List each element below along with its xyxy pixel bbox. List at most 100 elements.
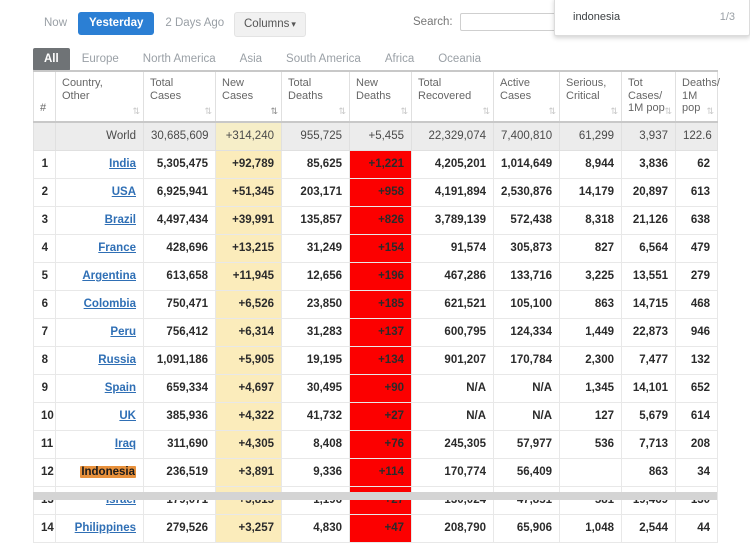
column-header-new-deaths[interactable]: New Deaths ⇅ bbox=[349, 70, 412, 123]
cell-cases-per-million: 3,937 bbox=[621, 121, 676, 151]
sort-icon[interactable]: ⇅ bbox=[706, 106, 713, 116]
cell-country[interactable]: Peru bbox=[55, 317, 144, 347]
column-header-total-deaths[interactable]: Total Deaths ⇅ bbox=[281, 70, 350, 123]
sort-icon[interactable]: ⇅ bbox=[132, 106, 139, 116]
column-header-total-cases-line1: Total bbox=[150, 77, 174, 89]
column-header-active-cases-line1: Active bbox=[500, 77, 530, 89]
cell-total-recovered: 22,329,074 bbox=[411, 121, 494, 151]
cell-total-cases: 756,412 bbox=[143, 317, 216, 347]
sort-descending-icon[interactable]: ⇅ bbox=[270, 106, 277, 116]
cell-total-recovered: 4,205,201 bbox=[411, 149, 494, 179]
cell-country[interactable]: Colombia bbox=[55, 289, 144, 319]
cell-new-cases: +3,815 bbox=[215, 485, 282, 515]
day-tab-now[interactable]: Now bbox=[33, 12, 78, 35]
browser-find-bar[interactable]: indonesia 1/3 bbox=[554, 0, 750, 36]
cell-new-cases: +4,305 bbox=[215, 429, 282, 459]
column-header-total-recovered[interactable]: Total Recovered ⇅ bbox=[411, 70, 494, 123]
column-header-serious-critical[interactable]: Serious, Critical ⇅ bbox=[559, 70, 622, 123]
table-row: 13 Israel 179,071 +3,815 1,196 +27 130,024 47,8… bbox=[33, 485, 718, 515]
country-link[interactable]: India bbox=[109, 158, 136, 170]
cell-country[interactable]: Iraq bbox=[55, 429, 144, 459]
cell-country[interactable]: Argentina bbox=[55, 261, 144, 291]
country-link[interactable]: Iraq bbox=[115, 438, 136, 450]
country-link[interactable]: Colombia bbox=[84, 298, 136, 310]
country-link[interactable]: Spain bbox=[105, 382, 136, 394]
cell-deaths-per-million: 279 bbox=[675, 261, 718, 291]
country-link[interactable]: Argentina bbox=[82, 270, 136, 282]
cell-total-deaths: 30,495 bbox=[281, 373, 350, 403]
cell-new-deaths: +5,455 bbox=[349, 121, 412, 151]
cell-active-cases: 47,851 bbox=[493, 485, 560, 515]
sort-icon[interactable]: ⇅ bbox=[610, 106, 617, 116]
find-match-count: 1/3 bbox=[719, 10, 735, 23]
cell-country[interactable]: Russia bbox=[55, 345, 144, 375]
cell-country[interactable]: Spain bbox=[55, 373, 144, 403]
cell-country[interactable]: Israel bbox=[55, 485, 144, 515]
cell-country[interactable]: Philippines bbox=[55, 513, 144, 543]
column-header-country[interactable]: Country, Other ⇅ bbox=[55, 70, 144, 123]
country-link[interactable]: France bbox=[98, 242, 136, 254]
cell-total-cases: 1,091,186 bbox=[143, 345, 216, 375]
continent-tab-north-america[interactable]: North America bbox=[131, 48, 228, 71]
country-link[interactable]: Brazil bbox=[105, 214, 136, 226]
continent-tab-asia[interactable]: Asia bbox=[228, 48, 274, 71]
continent-tab-south-america[interactable]: South America bbox=[274, 48, 373, 71]
sort-icon[interactable]: ⇅ bbox=[664, 106, 671, 116]
sort-icon[interactable]: ⇅ bbox=[548, 106, 555, 116]
cell-serious-critical: 61,299 bbox=[559, 121, 622, 151]
cell-new-deaths: +27 bbox=[349, 485, 412, 515]
country-link[interactable]: UK bbox=[119, 410, 136, 422]
cell-rank: 11 bbox=[33, 429, 56, 459]
column-header-rank[interactable]: # bbox=[33, 70, 56, 123]
sort-icon[interactable]: ⇅ bbox=[338, 106, 345, 116]
cell-new-cases: +5,905 bbox=[215, 345, 282, 375]
cell-total-cases: 659,334 bbox=[143, 373, 216, 403]
cell-deaths-per-million: 130 bbox=[675, 485, 718, 515]
cell-country[interactable]: Brazil bbox=[55, 205, 144, 235]
cell-country[interactable]: USA bbox=[55, 177, 144, 207]
table-row: 8 Russia 1,091,186 +5,905 19,195 +134 901,207 1… bbox=[33, 345, 718, 375]
column-header-new-cases[interactable]: New Cases ⇅ bbox=[215, 70, 282, 123]
cell-total-deaths: 135,857 bbox=[281, 205, 350, 235]
column-header-rank-label: # bbox=[40, 102, 47, 114]
day-tab-2-days-ago[interactable]: 2 Days Ago bbox=[154, 12, 235, 35]
cell-country[interactable]: India bbox=[55, 149, 144, 179]
table-row: 11 Iraq 311,690 +4,305 8,408 +76 245,305 57,977… bbox=[33, 429, 718, 459]
cell-serious-critical: 3,225 bbox=[559, 261, 622, 291]
sort-icon[interactable]: ⇅ bbox=[400, 106, 407, 116]
cell-rank: 2 bbox=[33, 177, 56, 207]
continent-tab-oceania[interactable]: Oceania bbox=[426, 48, 493, 71]
country-link[interactable]: USA bbox=[112, 186, 136, 198]
country-link[interactable]: Indonesia bbox=[80, 466, 136, 478]
cell-cases-per-million: 7,477 bbox=[621, 345, 676, 375]
cell-new-cases: +39,991 bbox=[215, 205, 282, 235]
column-header-active-cases[interactable]: Active Cases ⇅ bbox=[493, 70, 560, 123]
sort-icon[interactable]: ⇅ bbox=[482, 106, 489, 116]
cell-country[interactable]: UK bbox=[55, 401, 144, 431]
column-header-cases-per-million[interactable]: Tot Cases/ 1M pop ⇅ bbox=[621, 70, 676, 123]
column-header-total-cases[interactable]: Total Cases ⇅ bbox=[143, 70, 216, 123]
column-header-deaths-per-million[interactable]: Deaths/ 1M pop ⇅ bbox=[675, 70, 720, 123]
day-tab-yesterday[interactable]: Yesterday bbox=[78, 12, 155, 35]
table-row: 3 Brazil 4,497,434 +39,991 135,857 +826 3,789,… bbox=[33, 205, 718, 235]
cell-active-cases: N/A bbox=[493, 401, 560, 431]
sort-icon[interactable]: ⇅ bbox=[204, 106, 211, 116]
country-link[interactable]: Peru bbox=[110, 326, 136, 338]
cell-new-deaths: +114 bbox=[349, 457, 412, 487]
cell-new-cases: +4,697 bbox=[215, 373, 282, 403]
country-link[interactable]: Russia bbox=[98, 354, 136, 366]
continent-tab-all[interactable]: All bbox=[33, 48, 70, 71]
columns-dropdown-button[interactable]: Columns ▾ bbox=[234, 12, 306, 37]
cell-total-deaths: 23,850 bbox=[281, 289, 350, 319]
table-row: 14 Philippines 279,526 +3,257 4,830 +47 208,79… bbox=[33, 513, 718, 543]
country-link[interactable]: Philippines bbox=[75, 522, 136, 534]
cell-country[interactable]: France bbox=[55, 233, 144, 263]
cell-country[interactable]: Indonesia bbox=[55, 457, 144, 487]
horizontal-scrollbar[interactable] bbox=[33, 492, 717, 500]
continent-tab-europe[interactable]: Europe bbox=[70, 48, 131, 71]
continent-tab-africa[interactable]: Africa bbox=[373, 48, 426, 71]
column-header-deaths-per-million-line1: Deaths/ bbox=[682, 77, 720, 89]
cell-rank: 6 bbox=[33, 289, 56, 319]
cell-active-cases: 124,334 bbox=[493, 317, 560, 347]
cell-total-cases: 279,526 bbox=[143, 513, 216, 543]
